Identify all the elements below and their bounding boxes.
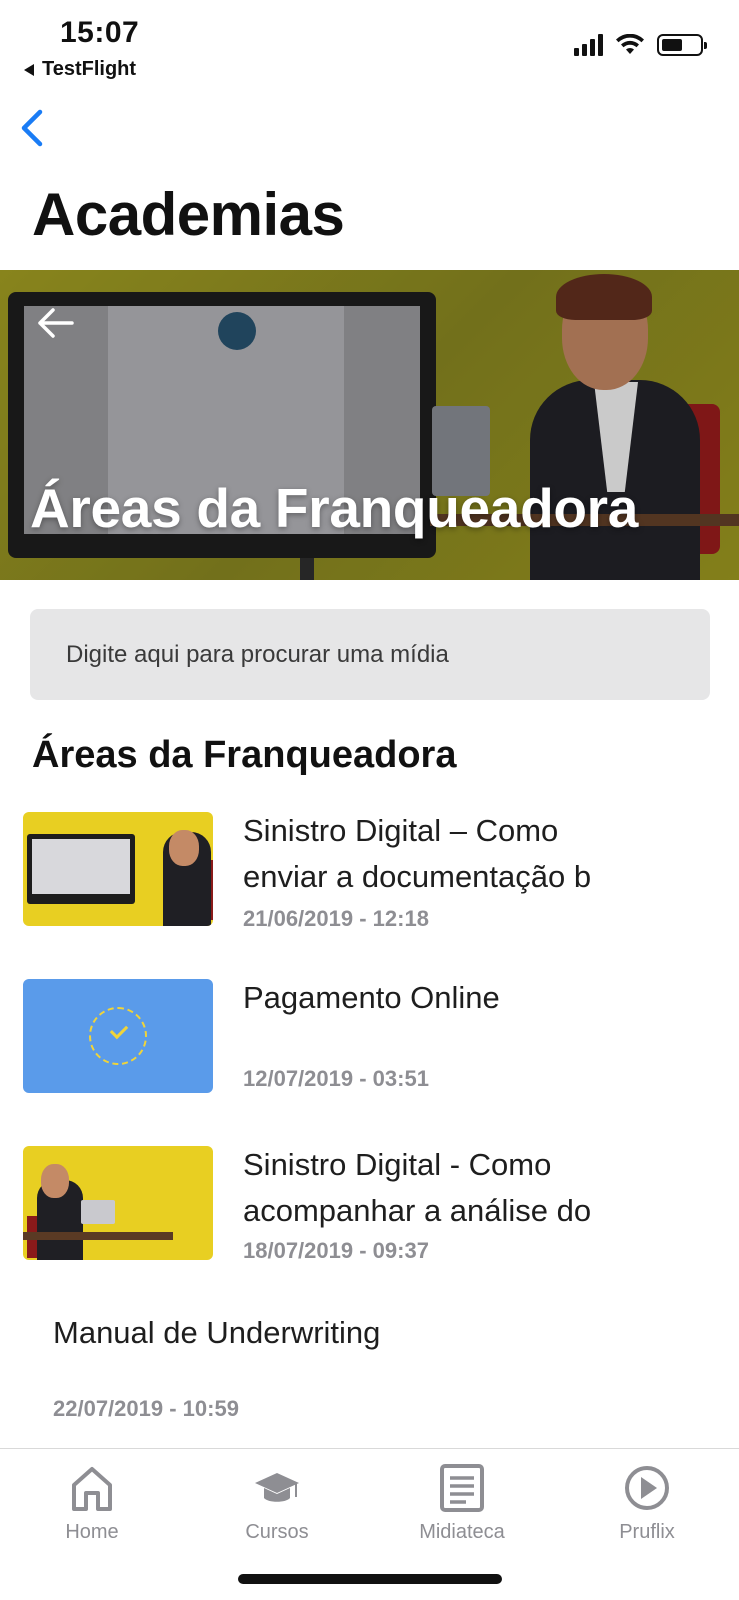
list-item[interactable]: Sinistro Digital – Como enviar a documen…	[0, 812, 739, 942]
tab-label: Home	[65, 1521, 119, 1543]
chevron-left-icon[interactable]	[14, 106, 54, 150]
list-item[interactable]: Pagamento Online 12/07/2019 - 03:51	[0, 979, 739, 1109]
hero-title: Áreas da Franqueadora	[30, 477, 639, 539]
play-circle-icon	[625, 1466, 669, 1510]
hero-banner: Áreas da Franqueadora	[0, 270, 739, 580]
section-title: Áreas da Franqueadora	[32, 734, 457, 776]
item-date: 21/06/2019 - 12:18	[243, 906, 429, 931]
home-indicator	[238, 1574, 502, 1584]
status-time: 15:07	[60, 16, 140, 49]
list-item[interactable]: Sinistro Digital - Como acompanhar a aná…	[0, 1146, 739, 1276]
battery-icon	[657, 34, 707, 56]
tab-midiateca[interactable]: Midiateca	[392, 1463, 532, 1544]
thumbnail-image	[23, 812, 213, 926]
signal-icon	[574, 34, 603, 56]
back-triangle-icon	[24, 63, 34, 76]
item-title: Sinistro Digital – Como enviar a documen…	[243, 813, 592, 894]
arrow-left-icon[interactable]	[36, 306, 74, 340]
thumbnail-image	[23, 979, 213, 1093]
search-input[interactable]	[30, 609, 710, 700]
tab-label: Pruflix	[619, 1521, 675, 1543]
wifi-icon	[616, 34, 644, 54]
item-title: Manual de Underwriting	[53, 1315, 381, 1350]
back-to-app-link[interactable]: TestFlight	[24, 58, 136, 81]
item-date: 22/07/2019 - 10:59	[53, 1396, 239, 1421]
back-app-label: TestFlight	[42, 58, 137, 80]
item-title: Pagamento Online	[243, 980, 500, 1015]
list-item[interactable]: Manual de Underwriting 22/07/2019 - 10:5…	[0, 1310, 739, 1430]
graduation-cap-icon	[255, 1473, 299, 1502]
tab-pruflix[interactable]: Pruflix	[577, 1463, 717, 1544]
page-title: Academias	[32, 181, 345, 248]
item-date: 18/07/2019 - 09:37	[243, 1238, 429, 1263]
thumbnail-image	[23, 1146, 213, 1260]
status-bar: 15:07 TestFlight	[0, 0, 739, 90]
document-icon	[440, 1464, 484, 1512]
tab-cursos[interactable]: Cursos	[207, 1463, 347, 1544]
item-date: 12/07/2019 - 03:51	[243, 1066, 429, 1091]
tab-label: Cursos	[245, 1521, 309, 1543]
status-icons	[574, 34, 707, 56]
tab-home[interactable]: Home	[22, 1463, 162, 1544]
tab-label: Midiateca	[419, 1521, 505, 1543]
home-icon	[72, 1467, 112, 1511]
item-title: Sinistro Digital - Como acompanhar a aná…	[243, 1147, 592, 1228]
